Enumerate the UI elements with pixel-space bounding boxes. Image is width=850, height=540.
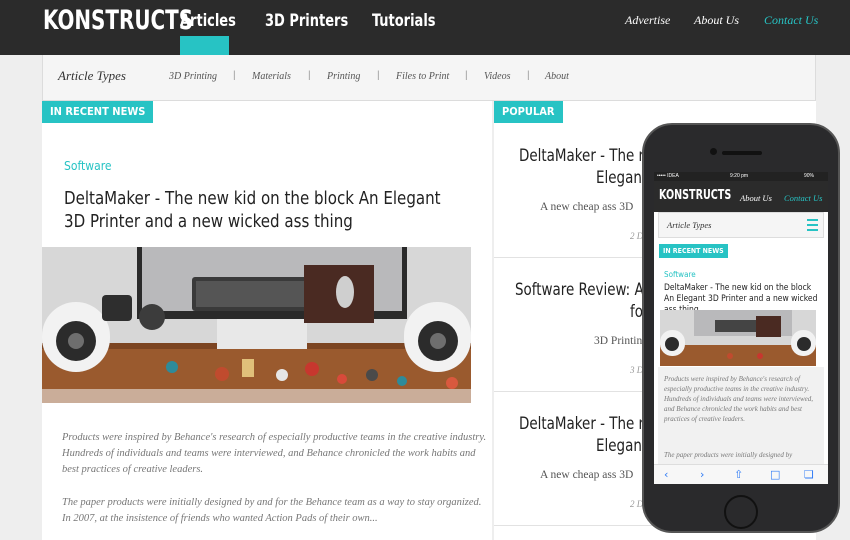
phone-status-bar: ••••• IDEA 9:20 pm 90%: [654, 172, 828, 181]
type-separator: |: [465, 70, 468, 81]
article-types-title: Article Types: [58, 68, 126, 83]
popular-item-subtitle: A new cheap ass 3D: [540, 201, 634, 213]
nav-advertise[interactable]: Advertise: [625, 13, 670, 28]
type-separator: |: [308, 70, 311, 81]
type-link-files-to-print[interactable]: Files to Print: [396, 71, 449, 82]
phone-browser-toolbar: ‹ › ⇧ □ ❏: [654, 464, 828, 484]
tabs-icon[interactable]: ❏: [804, 468, 814, 482]
phone-home-button[interactable]: [724, 495, 758, 529]
bookmarks-icon[interactable]: □: [770, 468, 780, 482]
recent-news-tag: IN RECENT NEWS: [42, 101, 154, 123]
phone-nav-about-us[interactable]: About Us: [740, 193, 772, 203]
article-headline[interactable]: DeltaMaker - The new kid on the block An…: [64, 187, 445, 233]
phone-screen: ••••• IDEA 9:20 pm 90% KONSTRUCTS About …: [654, 172, 828, 484]
phone-camera-icon: [710, 148, 717, 155]
popular-item-title[interactable]: Software Review: Au: [515, 279, 652, 301]
type-separator: |: [377, 70, 380, 81]
type-link-printing[interactable]: Printing: [327, 71, 360, 82]
phone-recent-news-tag: IN RECENT NEWS: [659, 244, 728, 258]
status-battery: 90%: [803, 173, 814, 179]
article-hero-image[interactable]: [42, 247, 471, 403]
phone-article-category[interactable]: Software: [664, 270, 696, 279]
forward-arrow-icon[interactable]: ›: [700, 468, 704, 482]
nav-active-indicator: [180, 36, 229, 55]
nav-articles[interactable]: Articles: [180, 11, 236, 31]
article-excerpt-1: Products were inspired by Behance's rese…: [62, 432, 487, 475]
share-icon[interactable]: ⇧: [734, 468, 743, 482]
article-types-bar: Article Types 3D Printing | Materials | …: [42, 55, 816, 101]
phone-article-hero-image[interactable]: [660, 310, 816, 366]
phone-article-excerpt-2: The paper products were initially design…: [664, 451, 793, 459]
phone-mockup: ••••• IDEA 9:20 pm 90% KONSTRUCTS About …: [642, 123, 840, 533]
phone-speaker: [722, 151, 762, 155]
popular-item-title[interactable]: DeltaMaker - The n: [519, 413, 647, 435]
phone-article-excerpt-1: Products were inspired by Behance's rese…: [664, 375, 813, 423]
phone-header: KONSTRUCTS About Us Contact Us: [654, 181, 828, 212]
type-separator: |: [233, 70, 236, 81]
popular-item-subtitle: A new cheap ass 3D: [540, 469, 634, 481]
nav-tutorials[interactable]: Tutorials: [372, 11, 436, 31]
recent-news-column: IN RECENT NEWS Software DeltaMaker - The…: [42, 101, 492, 540]
phone-article-types-title: Article Types: [667, 220, 712, 230]
type-link-videos[interactable]: Videos: [484, 71, 510, 82]
type-separator: |: [527, 70, 530, 81]
phone-logo[interactable]: KONSTRUCTS: [659, 188, 731, 203]
type-link-about[interactable]: About: [545, 71, 569, 82]
status-carrier: ••••• IDEA: [657, 173, 679, 179]
popular-item-title[interactable]: Elegant: [596, 167, 647, 189]
status-time: 9:20 pm: [730, 173, 749, 179]
popular-item-title[interactable]: DeltaMaker - The n: [519, 145, 647, 167]
site-header: KONSTRUCTS Articles 3D Printers Tutorial…: [0, 0, 850, 55]
popular-item-title[interactable]: Elegant: [596, 435, 647, 457]
phone-nav-contact-us[interactable]: Contact Us: [784, 193, 823, 203]
desk-illustration: [42, 247, 471, 403]
back-arrow-icon[interactable]: ‹: [664, 468, 668, 482]
hamburger-menu-icon[interactable]: [807, 219, 818, 231]
type-link-3d-printing[interactable]: 3D Printing: [169, 71, 217, 82]
phone-desk-illustration: [660, 310, 816, 366]
nav-3d-printers[interactable]: 3D Printers: [265, 11, 348, 31]
article-category[interactable]: Software: [64, 159, 112, 173]
popular-tag: POPULAR: [494, 101, 563, 123]
site-logo[interactable]: KONSTRUCTS: [43, 5, 193, 36]
type-link-materials[interactable]: Materials: [252, 71, 291, 82]
nav-about-us[interactable]: About Us: [694, 13, 739, 28]
article-excerpt-2: The paper products were initially design…: [62, 497, 482, 524]
popular-item-subtitle: 3D Printin: [594, 335, 643, 347]
phone-article-types-bar: Article Types: [658, 212, 824, 238]
nav-contact-us[interactable]: Contact Us: [764, 13, 818, 28]
